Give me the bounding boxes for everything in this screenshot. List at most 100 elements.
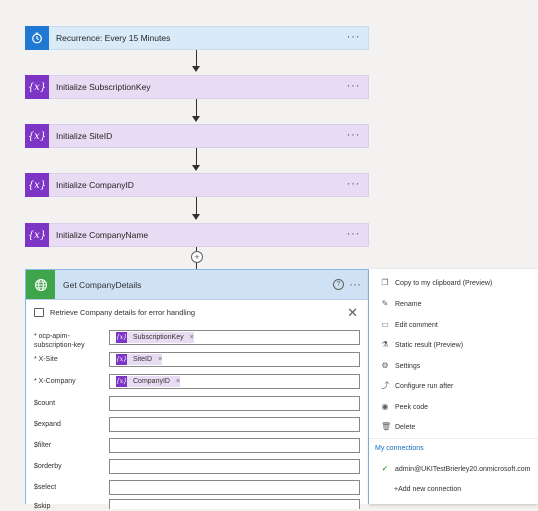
help-icon[interactable]: ? <box>333 279 344 290</box>
param-subscription-key-input[interactable]: {x} SubscriptionKey × <box>109 330 360 345</box>
step-title: Initialize CompanyName <box>56 230 149 240</box>
menu-item-configure-run-after[interactable]: ⤴ Configure run after <box>381 382 453 390</box>
menu-item-edit-comment[interactable]: ▭ Edit comment <box>381 321 438 329</box>
variable-icon: {x} <box>115 354 128 365</box>
clock-icon <box>25 26 49 50</box>
step-title: Recurrence: Every 15 Minutes <box>56 33 171 43</box>
connection-label: admin@UKITestBrierley20.onmicrosoft.com <box>395 465 531 473</box>
connector-arrow <box>196 99 197 116</box>
variable-icon: {x} <box>25 124 49 148</box>
menu-item-label: Peek code <box>395 403 429 411</box>
param-count-input[interactable] <box>109 396 360 411</box>
step-recurrence[interactable]: Recurrence: Every 15 Minutes ··· <box>25 26 369 50</box>
token-label: SiteID <box>133 356 153 363</box>
globe-icon <box>26 270 55 299</box>
param-skip-input[interactable] <box>109 499 360 509</box>
arrowhead <box>192 116 200 122</box>
param-label: $orderby <box>34 463 62 470</box>
param-orderby-input[interactable] <box>109 459 360 474</box>
menu-item-delete[interactable]: 🗑 Delete <box>381 423 415 431</box>
run-after-icon: ⤴ <box>381 381 389 390</box>
close-comment-icon[interactable]: ✕ <box>347 305 358 321</box>
rename-icon: ✎ <box>381 299 389 308</box>
menu-item-label: Rename <box>395 300 422 308</box>
menu-item-copy[interactable]: ❐ Copy to my clipboard (Preview) <box>381 279 492 287</box>
menu-item-static-result[interactable]: ⚗ Static result (Preview) <box>381 341 463 349</box>
param-select-input[interactable] <box>109 480 360 495</box>
param-label: $skip <box>34 503 51 510</box>
comment-icon <box>34 308 44 317</box>
param-label: $select <box>34 484 57 491</box>
remove-token-icon[interactable]: × <box>190 334 194 341</box>
http-action-card[interactable]: Get CompanyDetails ? ··· Retrieve Compan… <box>25 269 369 510</box>
menu-item-label: Settings <box>395 362 421 370</box>
more-options-icon[interactable]: ··· <box>349 278 361 290</box>
param-x-company-input[interactable]: {x} CompanyID × <box>109 374 360 389</box>
gear-icon: ⚙ <box>381 361 389 370</box>
variable-icon: {x} <box>115 376 128 387</box>
connector-arrow <box>196 197 197 214</box>
variable-icon: {x} <box>25 223 49 247</box>
copy-icon: ❐ <box>381 278 389 287</box>
param-label: * X-Company <box>34 378 76 385</box>
param-filter-input[interactable] <box>109 438 360 453</box>
eye-icon: ◉ <box>381 402 389 411</box>
arrowhead <box>192 165 200 171</box>
token-label: CompanyID <box>133 378 170 385</box>
remove-token-icon[interactable]: × <box>176 378 180 385</box>
arrowhead <box>192 214 200 220</box>
remove-token-icon[interactable]: × <box>158 356 162 363</box>
checkmark-icon: ✓ <box>381 464 389 473</box>
more-options-icon[interactable]: ··· <box>347 128 361 140</box>
token-chip[interactable]: {x} SiteID × <box>115 354 163 365</box>
step-title: Initialize CompanyID <box>56 180 134 190</box>
add-connection-button[interactable]: +Add new connection <box>394 486 461 493</box>
token-chip[interactable]: {x} SubscriptionKey × <box>116 332 194 343</box>
step-title: Initialize SubscriptionKey <box>56 82 151 92</box>
variable-icon: {x} <box>115 332 128 343</box>
insert-step-button[interactable]: + <box>191 251 203 263</box>
more-options-icon[interactable]: ··· <box>347 79 361 91</box>
step-initialize-companyid[interactable]: {x} Initialize CompanyID ··· <box>25 173 369 197</box>
arrowhead <box>192 66 200 72</box>
menu-item-label: Copy to my clipboard (Preview) <box>395 279 493 287</box>
token-chip[interactable]: {x} CompanyID × <box>115 376 181 387</box>
param-expand-input[interactable] <box>109 417 360 432</box>
step-initialize-subscriptionkey[interactable]: {x} Initialize SubscriptionKey ··· <box>25 75 369 99</box>
step-title: Initialize SiteID <box>56 131 113 141</box>
more-options-icon[interactable]: ··· <box>347 227 361 239</box>
menu-item-label: Configure run after <box>395 382 454 390</box>
add-connection-label: +Add new connection <box>394 486 462 493</box>
param-x-site-input[interactable]: {x} SiteID × <box>109 352 360 367</box>
variable-icon: {x} <box>25 173 49 197</box>
param-label: $count <box>34 400 56 407</box>
param-label: * ocp-apim-subscription-key <box>34 333 85 349</box>
param-label: $filter <box>34 442 52 449</box>
menu-divider <box>369 438 538 439</box>
token-label: SubscriptionKey <box>133 334 184 341</box>
menu-item-label: Edit comment <box>395 321 438 329</box>
flask-icon: ⚗ <box>381 340 389 349</box>
action-context-menu: ❐ Copy to my clipboard (Preview) ✎ Renam… <box>369 269 538 504</box>
step-initialize-companyname[interactable]: {x} Initialize CompanyName ··· <box>25 223 369 247</box>
param-label: * X-Site <box>34 356 58 363</box>
trash-icon: 🗑 <box>381 422 392 431</box>
connector-arrow <box>196 50 197 66</box>
step-initialize-siteid[interactable]: {x} Initialize SiteID ··· <box>25 124 369 148</box>
menu-item-rename[interactable]: ✎ Rename <box>381 299 422 308</box>
connection-item[interactable]: ✓ admin@UKITestBrierley20.onmicrosoft.co… <box>381 465 531 473</box>
more-options-icon[interactable]: ··· <box>347 177 361 189</box>
menu-item-settings[interactable]: ⚙ Settings <box>381 362 420 370</box>
action-title: Get CompanyDetails <box>63 279 142 290</box>
connections-header: My connections <box>375 445 424 452</box>
variable-icon: {x} <box>25 75 49 99</box>
menu-item-label: Delete <box>395 423 416 431</box>
comment-text: Retrieve Company details for error handl… <box>50 308 196 317</box>
action-comment[interactable]: Retrieve Company details for error handl… <box>34 308 195 317</box>
action-header[interactable]: Get CompanyDetails ? ··· <box>26 270 368 300</box>
more-options-icon[interactable]: ··· <box>347 30 361 42</box>
menu-item-label: Static result (Preview) <box>395 341 464 349</box>
param-label: $expand <box>34 421 61 428</box>
menu-item-peek-code[interactable]: ◉ Peek code <box>381 402 429 411</box>
comment-icon: ▭ <box>381 320 389 329</box>
